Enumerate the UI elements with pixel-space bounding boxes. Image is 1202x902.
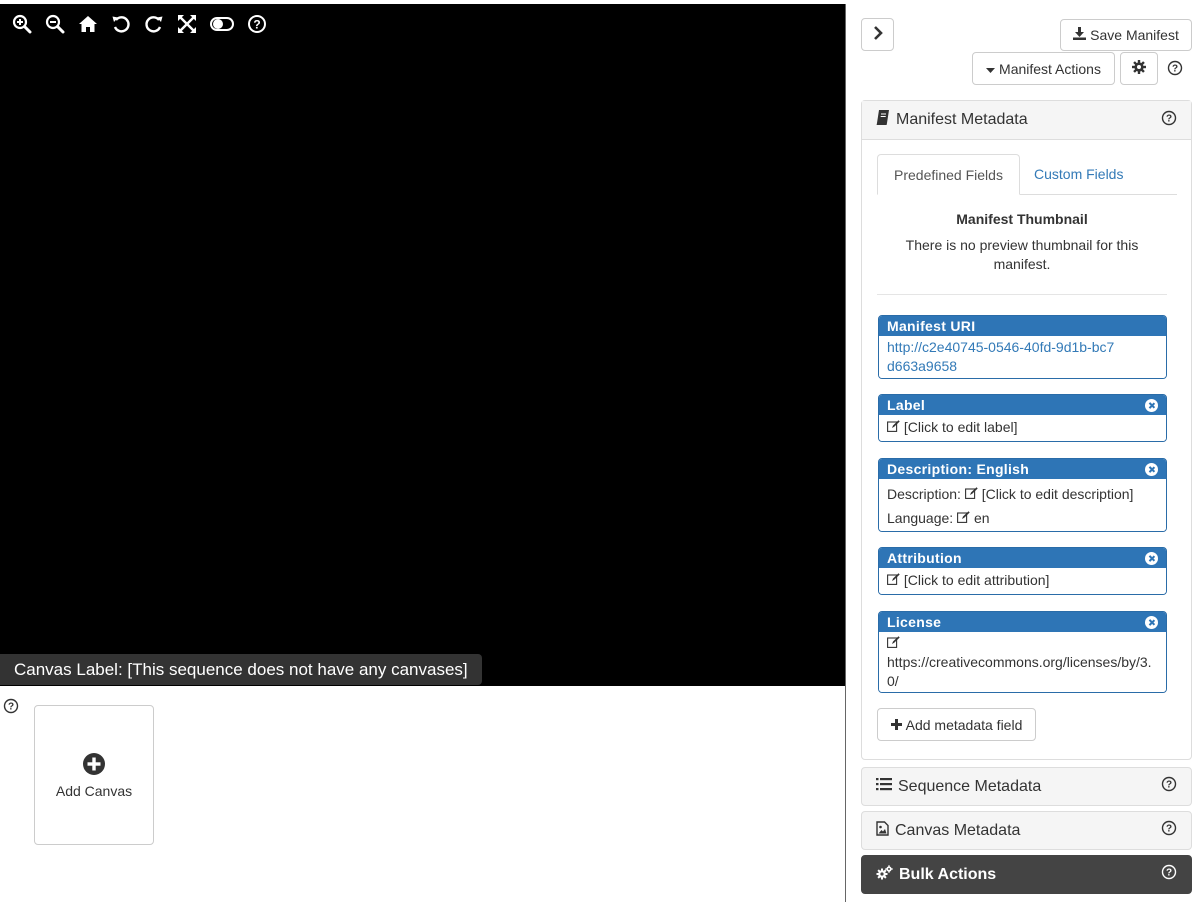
book-icon <box>876 110 890 130</box>
chevron-right-icon <box>872 26 884 43</box>
manifest-uri-link[interactable]: http://c2e40745-0546-40fd-9d1b-bc7d663a9… <box>887 338 1117 376</box>
svg-text:?: ? <box>1172 64 1178 75</box>
svg-text:?: ? <box>1166 113 1172 124</box>
field-label: Description: English <box>887 461 1030 477</box>
language-edit-value[interactable]: en <box>974 510 990 526</box>
divider <box>877 294 1167 295</box>
home-icon[interactable] <box>78 14 98 34</box>
thumbnail-message: There is no preview thumbnail for this m… <box>905 237 1139 272</box>
edit-icon <box>957 510 974 526</box>
image-file-icon <box>876 820 889 841</box>
sequence-metadata-title: Sequence Metadata <box>898 777 1042 795</box>
sidebar-toggle-button[interactable] <box>861 18 894 51</box>
sequence-metadata-header[interactable]: Sequence Metadata ? <box>861 767 1192 806</box>
remove-field-icon[interactable] <box>1145 462 1158 476</box>
help-icon[interactable]: ? <box>247 14 267 34</box>
bulk-actions-title: Bulk Actions <box>899 865 997 883</box>
svg-text:?: ? <box>253 18 260 32</box>
tab-predefined-fields[interactable]: Predefined Fields <box>877 154 1020 195</box>
manifest-metadata-panel: Manifest Metadata ? Predefined Fields Cu… <box>861 100 1192 760</box>
toggle-icon[interactable] <box>210 14 234 34</box>
svg-text:?: ? <box>1166 780 1172 791</box>
svg-text:?: ? <box>8 702 14 713</box>
field-header: Attribution <box>879 548 1166 568</box>
field-label: Attribution <box>887 550 962 566</box>
field-header: Manifest URI <box>879 316 1166 336</box>
edit-icon <box>887 572 904 588</box>
description-prefix: Description: <box>887 486 961 502</box>
field-header: Description: English <box>879 459 1166 479</box>
panel-divider[interactable] <box>845 4 846 902</box>
save-manifest-button[interactable]: Save Manifest <box>1060 19 1192 51</box>
manifest-uri-field: Manifest URI http://c2e40745-0546-40fd-9… <box>878 315 1167 379</box>
help-icon[interactable]: ? <box>1161 820 1177 841</box>
settings-button[interactable] <box>1120 52 1158 85</box>
label-edit-value[interactable]: [Click to edit label] <box>904 419 1018 435</box>
remove-field-icon[interactable] <box>1145 615 1158 629</box>
thumbnail-title: Manifest Thumbnail <box>956 211 1088 227</box>
remove-field-icon[interactable] <box>1145 551 1158 565</box>
help-icon[interactable]: ? <box>3 698 19 717</box>
remove-field-icon[interactable] <box>1145 398 1158 412</box>
field-label: License <box>887 614 942 630</box>
bulk-actions-header[interactable]: Bulk Actions ? <box>861 855 1192 894</box>
save-manifest-label: Save Manifest <box>1090 27 1179 43</box>
add-canvas-button[interactable]: Add Canvas <box>34 705 154 845</box>
help-icon[interactable]: ? <box>1161 776 1177 797</box>
gears-icon <box>876 864 893 885</box>
manifest-metadata-header[interactable]: Manifest Metadata ? <box>862 101 1191 140</box>
download-icon <box>1073 27 1087 43</box>
svg-text:?: ? <box>1166 824 1172 835</box>
viewer-toolbar: ? <box>12 14 267 34</box>
attribution-field: Attribution [Click to edit attribution] <box>878 547 1167 595</box>
manifest-actions-dropdown[interactable]: Manifest Actions <box>972 52 1115 85</box>
help-icon[interactable]: ? <box>1161 864 1177 885</box>
field-header: License <box>879 612 1166 632</box>
add-canvas-label: Add Canvas <box>55 782 133 799</box>
canvas-metadata-title: Canvas Metadata <box>895 821 1021 839</box>
field-header: Label <box>879 395 1166 415</box>
field-label: Label <box>887 397 926 413</box>
gear-icon <box>1132 60 1146 77</box>
license-field: License https://creativecommons.org/lice… <box>878 611 1167 693</box>
caret-down-icon <box>986 61 996 77</box>
label-field: Label [Click to edit label] <box>878 394 1167 442</box>
plus-circle-icon <box>82 752 106 779</box>
attribution-edit-value[interactable]: [Click to edit attribution] <box>904 572 1050 588</box>
rotate-right-icon[interactable] <box>144 14 164 34</box>
description-edit-value[interactable]: [Click to edit description] <box>982 486 1134 502</box>
zoom-out-icon[interactable] <box>45 14 65 34</box>
edit-icon <box>887 419 904 435</box>
canvas-label: Canvas Label: [This sequence does not ha… <box>0 654 482 685</box>
fullscreen-icon[interactable] <box>177 14 197 34</box>
zoom-in-icon[interactable] <box>12 14 32 34</box>
rotate-left-icon[interactable] <box>111 14 131 34</box>
metadata-tabs: Predefined Fields Custom Fields <box>877 154 1177 195</box>
tab-custom-fields[interactable]: Custom Fields <box>1018 154 1139 195</box>
language-prefix: Language: <box>887 510 954 526</box>
manifest-actions-label: Manifest Actions <box>999 60 1101 77</box>
edit-icon <box>964 486 982 502</box>
edit-icon <box>887 635 900 651</box>
license-edit-value[interactable]: https://creativecommons.org/licenses/by/… <box>887 653 1163 691</box>
field-label: Manifest URI <box>887 318 976 334</box>
manifest-metadata-title: Manifest Metadata <box>896 111 1028 128</box>
add-metadata-field-label: Add metadata field <box>905 716 1023 733</box>
list-icon <box>876 777 892 796</box>
help-icon[interactable]: ? <box>1161 110 1177 131</box>
canvas-metadata-header[interactable]: Canvas Metadata ? <box>861 811 1192 850</box>
svg-text:?: ? <box>1166 868 1172 879</box>
image-viewer[interactable]: ? Canvas Label: [This sequence does not … <box>0 4 845 686</box>
help-icon[interactable]: ? <box>1167 60 1183 79</box>
add-metadata-field-button[interactable]: Add metadata field <box>877 708 1036 741</box>
plus-icon <box>890 717 902 733</box>
description-field: Description: English Description: [Click… <box>878 458 1167 532</box>
top-border <box>0 0 1202 3</box>
